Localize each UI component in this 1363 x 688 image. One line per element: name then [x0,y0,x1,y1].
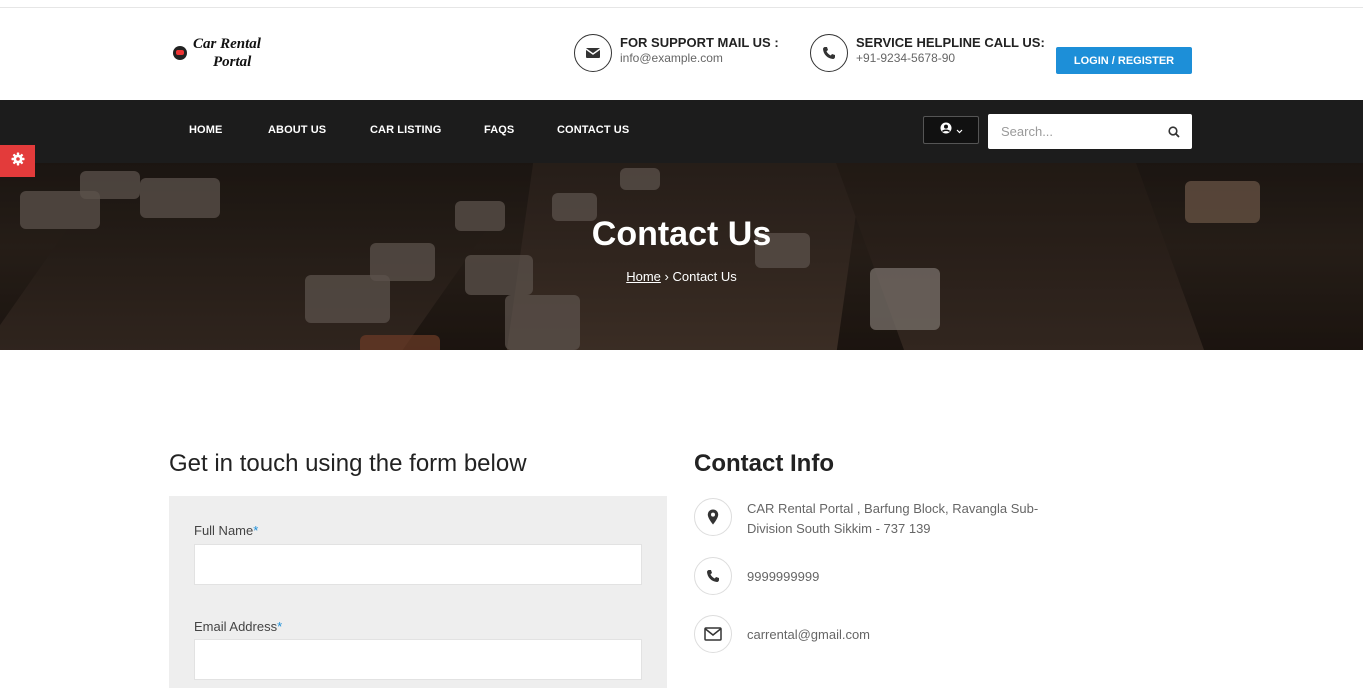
helpline-title: SERVICE HELPLINE CALL US: [856,35,1045,50]
email-label-text: Email Address [194,619,278,634]
form-heading: Get in touch using the form below [169,450,527,477]
page-banner: Contact Us Home › Contact Us [0,163,1363,350]
main-navbar: HOME ABOUT US CAR LISTING FAQS CONTACT U… [0,100,1363,163]
page-title: Contact Us [591,215,772,253]
top-border [0,0,1363,8]
site-logo[interactable]: Car Rental Portal [173,36,293,76]
full-name-input[interactable] [194,544,642,585]
email-row: carrental@gmail.com [694,615,994,655]
logo-text-line2: Portal [213,54,252,70]
nav-item-faqs[interactable]: FAQS [484,124,514,136]
user-icon [940,121,952,139]
login-register-button[interactable]: LOGIN / REGISTER [1056,47,1192,74]
logo-text-line1: Car Rental [193,36,261,52]
nav-item-home[interactable]: HOME [189,124,222,136]
contact-form: Full Name* Email Address* [169,496,667,688]
phone-row: 9999999999 [694,557,994,597]
helpline-number[interactable]: +91-9234-5678-90 [856,51,955,65]
settings-toggle[interactable] [0,145,35,177]
breadcrumb: Home › Contact Us [0,269,1363,284]
envelope-icon [574,34,612,72]
breadcrumb-current: Contact Us [672,269,737,284]
support-title: FOR SUPPORT MAIL US : [620,35,779,50]
support-mail-block: FOR SUPPORT MAIL US : info@example.com [574,34,794,72]
required-mark: * [277,619,283,634]
phone-number[interactable]: 9999999999 [747,566,819,587]
map-marker-icon [694,498,732,536]
full-name-label: Full Name* [194,523,258,538]
contact-email[interactable]: carrental@gmail.com [747,624,870,645]
email-input[interactable] [194,639,642,680]
breadcrumb-separator: › [664,269,669,284]
gear-icon [11,152,25,171]
address-line1: CAR Rental Portal , Barfung Block, Ravan… [747,501,1039,516]
search-icon[interactable] [1168,125,1180,143]
phone-icon [694,557,732,595]
nav-item-contact-us[interactable]: CONTACT US [557,124,629,136]
search-box [988,114,1192,149]
phone-icon [810,34,848,72]
address-line2: Division South Sikkim - 737 139 [747,521,931,536]
required-mark: * [253,523,259,538]
full-name-label-text: Full Name [194,523,254,538]
address-row: CAR Rental Portal , Barfung Block, Ravan… [694,498,1114,542]
email-label: Email Address* [194,619,282,634]
breadcrumb-home-link[interactable]: Home [626,269,661,284]
search-input[interactable] [988,114,1158,149]
contact-info-heading: Contact Info [694,450,834,477]
envelope-outline-icon [694,615,732,653]
nav-item-car-listing[interactable]: CAR LISTING [370,124,441,136]
site-header: Car Rental Portal FOR SUPPORT MAIL US : … [0,8,1363,100]
helpline-block: SERVICE HELPLINE CALL US: +91-9234-5678-… [810,34,1045,72]
support-email[interactable]: info@example.com [620,51,723,65]
user-menu-button[interactable] [923,116,979,144]
chevron-down-icon [956,121,963,139]
nav-item-about-us[interactable]: ABOUT US [268,124,326,136]
logo-mark-icon [173,46,187,60]
